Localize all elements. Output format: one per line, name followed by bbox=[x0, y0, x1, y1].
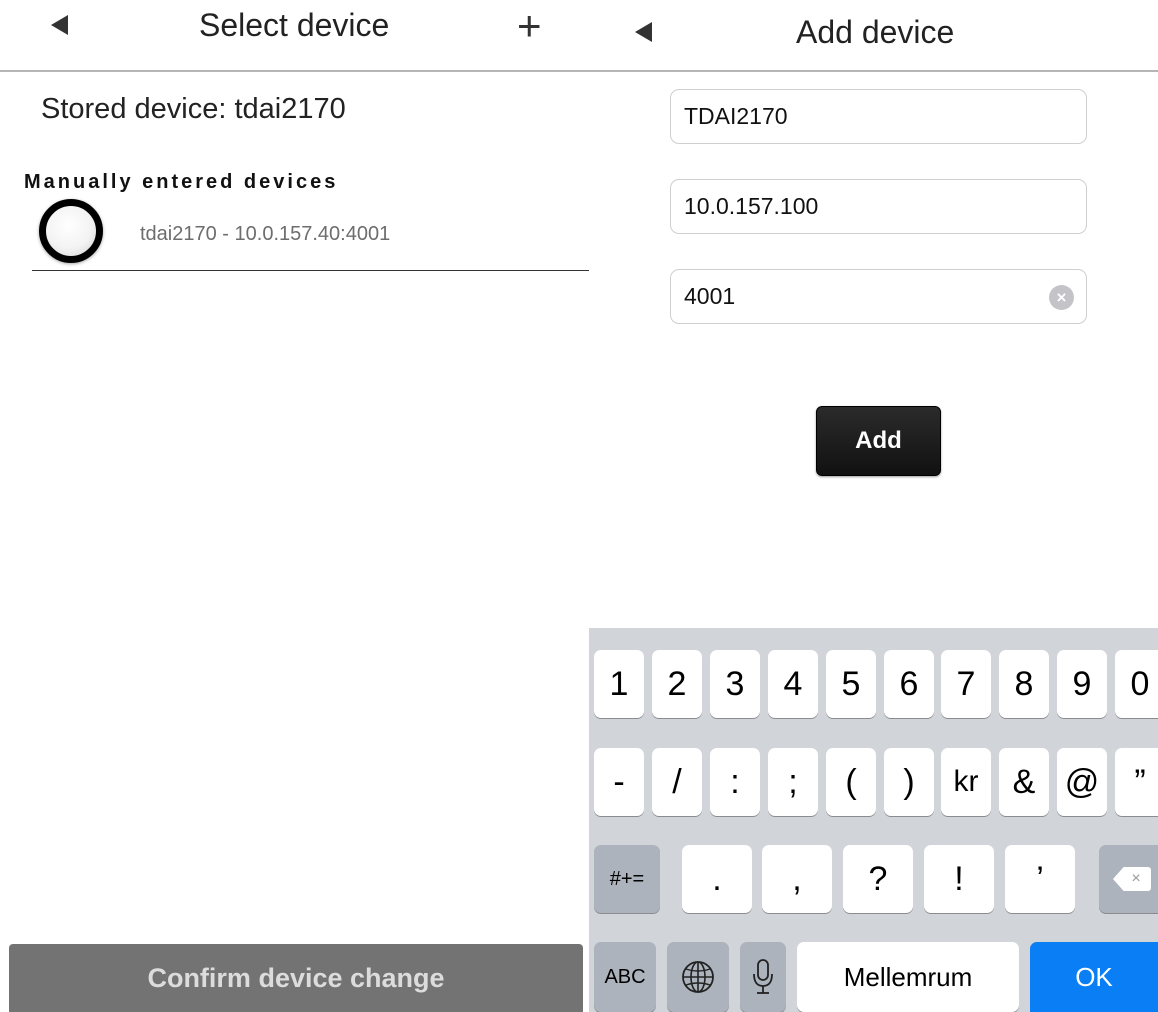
key-at[interactable]: @ bbox=[1057, 748, 1107, 816]
key-7[interactable]: 7 bbox=[941, 650, 991, 718]
key-comma[interactable]: , bbox=[762, 845, 832, 913]
key-abc[interactable]: ABC bbox=[594, 942, 656, 1012]
microphone-key[interactable] bbox=[740, 942, 786, 1012]
key-period[interactable]: . bbox=[682, 845, 752, 913]
port-field-box: × bbox=[670, 269, 1087, 324]
key-0[interactable]: 0 bbox=[1115, 650, 1158, 718]
key-colon[interactable]: : bbox=[710, 748, 760, 816]
confirm-device-change-button[interactable]: Confirm device change bbox=[9, 944, 583, 1012]
microphone-icon bbox=[753, 959, 773, 994]
confirm-button-label: Confirm device change bbox=[147, 962, 445, 993]
port-input[interactable] bbox=[684, 283, 1044, 310]
backspace-icon: × bbox=[1113, 867, 1151, 891]
key-close-paren[interactable]: ) bbox=[884, 748, 934, 816]
key-ampersand[interactable]: & bbox=[999, 748, 1049, 816]
key-minus[interactable]: - bbox=[594, 748, 644, 816]
device-name-input[interactable] bbox=[684, 103, 1044, 130]
device-list-item[interactable]: tdai2170 - 10.0.157.40:4001 bbox=[140, 223, 390, 246]
key-3[interactable]: 3 bbox=[710, 650, 760, 718]
key-kr[interactable]: kr bbox=[941, 748, 991, 816]
key-open-paren[interactable]: ( bbox=[826, 748, 876, 816]
numeric-keyboard: 1 2 3 4 5 6 7 8 9 0 - / : ; ( ) kr & @ ”… bbox=[589, 628, 1158, 1012]
key-6[interactable]: 6 bbox=[884, 650, 934, 718]
key-1[interactable]: 1 bbox=[594, 650, 644, 718]
add-button[interactable]: Add bbox=[816, 406, 941, 476]
key-semicolon[interactable]: ; bbox=[768, 748, 818, 816]
list-divider bbox=[32, 270, 589, 271]
key-quote[interactable]: ” bbox=[1115, 748, 1158, 816]
key-question[interactable]: ? bbox=[843, 845, 913, 913]
key-exclamation[interactable]: ! bbox=[924, 845, 994, 913]
key-apostrophe[interactable]: ’ bbox=[1005, 845, 1075, 913]
clear-icon[interactable]: × bbox=[1049, 285, 1074, 310]
add-device-icon[interactable]: + bbox=[517, 5, 542, 47]
back-arrow-icon[interactable] bbox=[51, 15, 68, 35]
device-name-field-box bbox=[670, 89, 1087, 144]
add-device-title: Add device bbox=[796, 14, 955, 50]
key-9[interactable]: 9 bbox=[1057, 650, 1107, 718]
device-radio-button[interactable] bbox=[39, 199, 103, 263]
key-symbols-toggle[interactable]: #+= bbox=[594, 845, 660, 913]
stored-device-label: Stored device: tdai2170 bbox=[41, 93, 346, 125]
space-key[interactable]: Mellemrum bbox=[797, 942, 1019, 1012]
delete-key[interactable]: × bbox=[1099, 845, 1158, 913]
add-button-label: Add bbox=[855, 427, 902, 454]
manual-devices-heading: Manually entered devices bbox=[24, 171, 339, 193]
globe-key[interactable] bbox=[667, 942, 729, 1012]
ip-address-input[interactable] bbox=[684, 193, 1044, 220]
key-2[interactable]: 2 bbox=[652, 650, 702, 718]
key-4[interactable]: 4 bbox=[768, 650, 818, 718]
ok-key[interactable]: OK bbox=[1030, 942, 1158, 1012]
add-device-back-arrow-icon[interactable] bbox=[635, 22, 652, 42]
key-8[interactable]: 8 bbox=[999, 650, 1049, 718]
key-slash[interactable]: / bbox=[652, 748, 702, 816]
select-device-title: Select device bbox=[199, 7, 390, 43]
ip-address-field-box bbox=[670, 179, 1087, 234]
globe-icon bbox=[682, 961, 714, 993]
header-divider bbox=[0, 70, 1158, 72]
key-5[interactable]: 5 bbox=[826, 650, 876, 718]
